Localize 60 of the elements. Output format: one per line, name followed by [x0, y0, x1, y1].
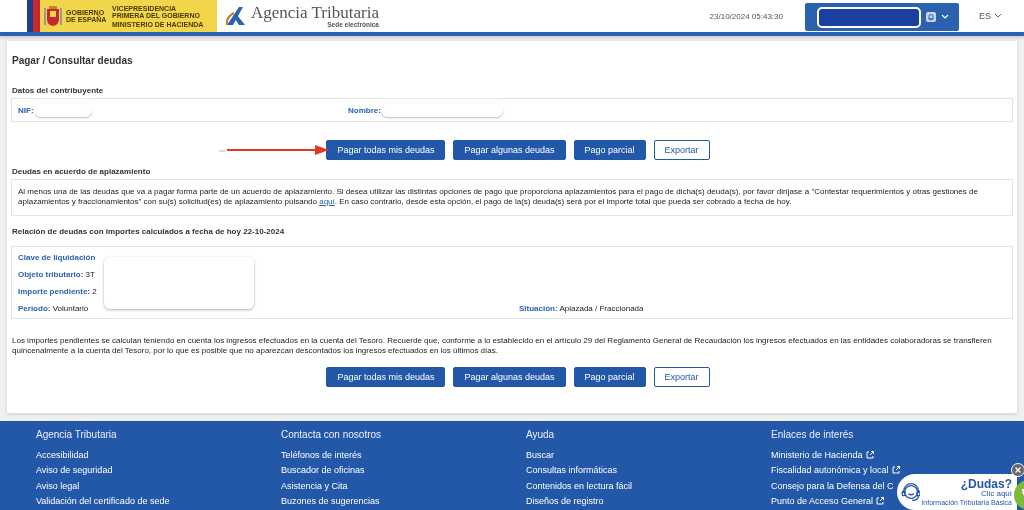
- agency-logo-icon: [225, 5, 247, 27]
- footer-heading: Ayuda: [526, 429, 556, 440]
- footer-link[interactable]: Consejo para la Defensa del C: [771, 478, 894, 494]
- headset-icon: [900, 480, 921, 504]
- info-text: Los importes pendientes se calculan teniendo en cuenta los ingresos efectuados en la cuenta del Tesoro. Recuerde que, conforme a lo establecido en el artículo 29 del Reglamento General de Recaudación los ingresos efectuados en las entidades colaboradoras se transfieren quincenalmente a la cuenta del Tesoro, por lo que es posible que no aparezcan descontados los ingresos efectuados en los últimos días.: [11, 336, 993, 356]
- user-menu-button[interactable]: [805, 3, 959, 31]
- page-title: Pagar / Consultar deudas: [12, 55, 134, 66]
- footer-link[interactable]: Ministerio de Hacienda: [771, 447, 874, 463]
- flag-stripe: [27, 0, 40, 32]
- footer-link[interactable]: Validación del certificado de sede: [36, 493, 170, 509]
- date-time: 23/10/2024 05:43:30: [709, 11, 783, 21]
- footer-link[interactable]: Diseños de registro: [526, 493, 604, 509]
- pay-button[interactable]: Pagar todas mis deudas: [326, 367, 446, 387]
- section-title: Datos del contribuyente: [12, 86, 105, 95]
- help-action[interactable]: Clic aquí: [980, 490, 1012, 498]
- footer-link[interactable]: Buzones de sugerencias: [281, 493, 380, 509]
- footer-heading: Enlaces de interés: [771, 429, 855, 440]
- close-icon[interactable]: [1011, 463, 1024, 477]
- external-link-icon: [876, 497, 885, 506]
- footer-link[interactable]: Asistencia y Cita: [281, 478, 348, 494]
- pay-button[interactable]: Pagar todas mis deudas: [326, 140, 446, 160]
- footer-heading: Contacta con nosotros: [281, 429, 383, 440]
- pay-button[interactable]: Pago parcial: [573, 367, 646, 387]
- footer-link[interactable]: Aviso de seguridad: [36, 462, 113, 478]
- footer-link[interactable]: Accesibilidad: [36, 447, 89, 463]
- footer-link[interactable]: Consultas informáticas: [526, 462, 618, 478]
- debt-field: Situación: Aplazada / Fraccionada: [519, 304, 644, 313]
- footer-link[interactable]: Contenidos en lectura fácil: [526, 478, 633, 494]
- pay-button[interactable]: Pagar algunas deudas: [453, 140, 566, 160]
- section-title: Deudas en acuerdo de aplazamiento: [12, 167, 152, 176]
- here-link[interactable]: aquí: [319, 197, 335, 206]
- footer-link[interactable]: Punto de Acceso General: [771, 493, 885, 509]
- coat-of-arms-icon: [44, 5, 62, 27]
- chevron-down-icon: [941, 14, 949, 20]
- redaction-box: [33, 103, 92, 117]
- export-button[interactable]: Exportar: [653, 140, 710, 160]
- footer-link[interactable]: Fiscalidad autonómica y local: [771, 462, 900, 478]
- agency-name: Agencia Tributaria: [251, 4, 379, 21]
- footer-link[interactable]: Aviso legal: [36, 478, 80, 494]
- notice-text: Al menos una de las deudas que va a pagar forma parte de un acuerdo de aplazamiento. Si desea utilizar las distintas opciones de pago que proporciona aplazamientos para el pago de dicha(s) deuda(s), por favor diríjase a "Contestar requerimientos y otras gestiones de aplazamientos y fraccionamientos" con su(s) solicitud(es) de aplazamiento pulsando aquí. En caso contrario, desde esta opción, el pago de la(s) deuda(s) será por el importe total que pueda ser cobrado a fecha de hoy.: [18, 187, 979, 207]
- help-title: ¿Dudas?: [960, 478, 1012, 490]
- language-selector[interactable]: ES: [979, 11, 1002, 21]
- debt-field: Clave de liquidación: [18, 253, 1006, 262]
- debt-field: Objeto tributario: 3T: [18, 270, 1006, 279]
- pay-button[interactable]: Pago parcial: [573, 140, 646, 160]
- bell-icon: [926, 12, 936, 22]
- footer-heading: Agencia Tributaria: [36, 429, 118, 440]
- debt-field: Periodo: Voluntario: [18, 304, 519, 313]
- field-label: Nombre:: [348, 105, 381, 115]
- chevron-down-icon: [994, 13, 1002, 19]
- footer-link[interactable]: Buscador de oficinas: [281, 462, 365, 478]
- debt-field: Importe pendiente: 2: [18, 287, 1006, 296]
- footer-link[interactable]: Teléfonos de interés: [281, 447, 362, 463]
- section-title: Relación de deudas con importes calculados a fecha de hoy 22-10-2024: [12, 227, 286, 236]
- export-button[interactable]: Exportar: [653, 367, 710, 387]
- footer-link[interactable]: Buscar: [526, 447, 554, 463]
- external-link-icon: [865, 450, 874, 459]
- pay-button[interactable]: Pagar algunas deudas: [453, 367, 566, 387]
- field-label: NIF:: [18, 105, 34, 115]
- external-link-icon: [891, 466, 900, 475]
